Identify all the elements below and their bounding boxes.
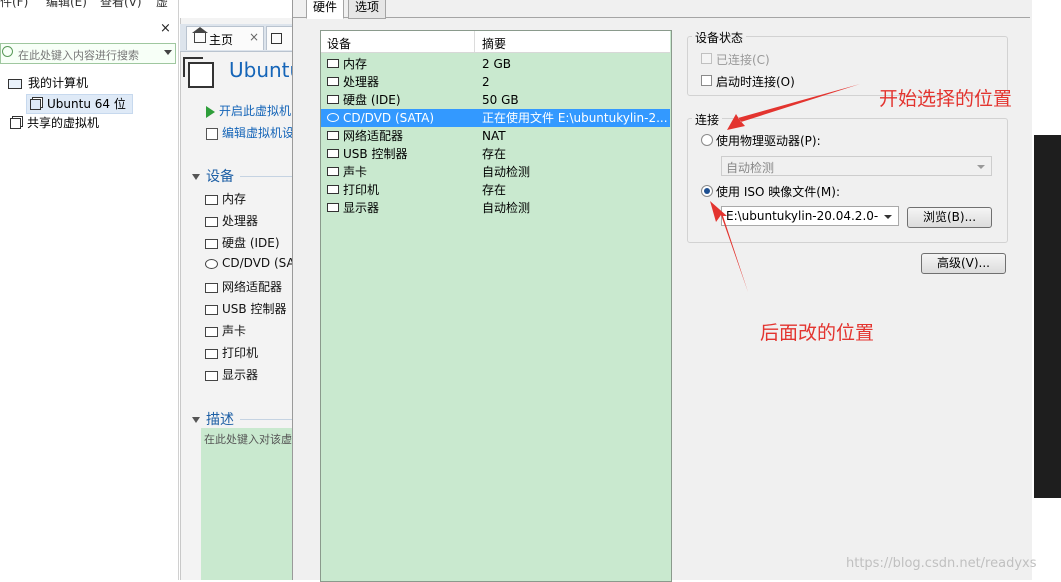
arrow-change-icon — [710, 201, 748, 292]
watermark: https://blog.csdn.net/readyxs — [846, 556, 1037, 571]
tab-hardware[interactable]: 硬件 — [306, 0, 345, 19]
arrow-start-icon — [727, 84, 860, 130]
annotation-changed: 后面改的位置 — [760, 322, 875, 344]
annotation-start: 开始选择的位置 — [879, 88, 1013, 110]
